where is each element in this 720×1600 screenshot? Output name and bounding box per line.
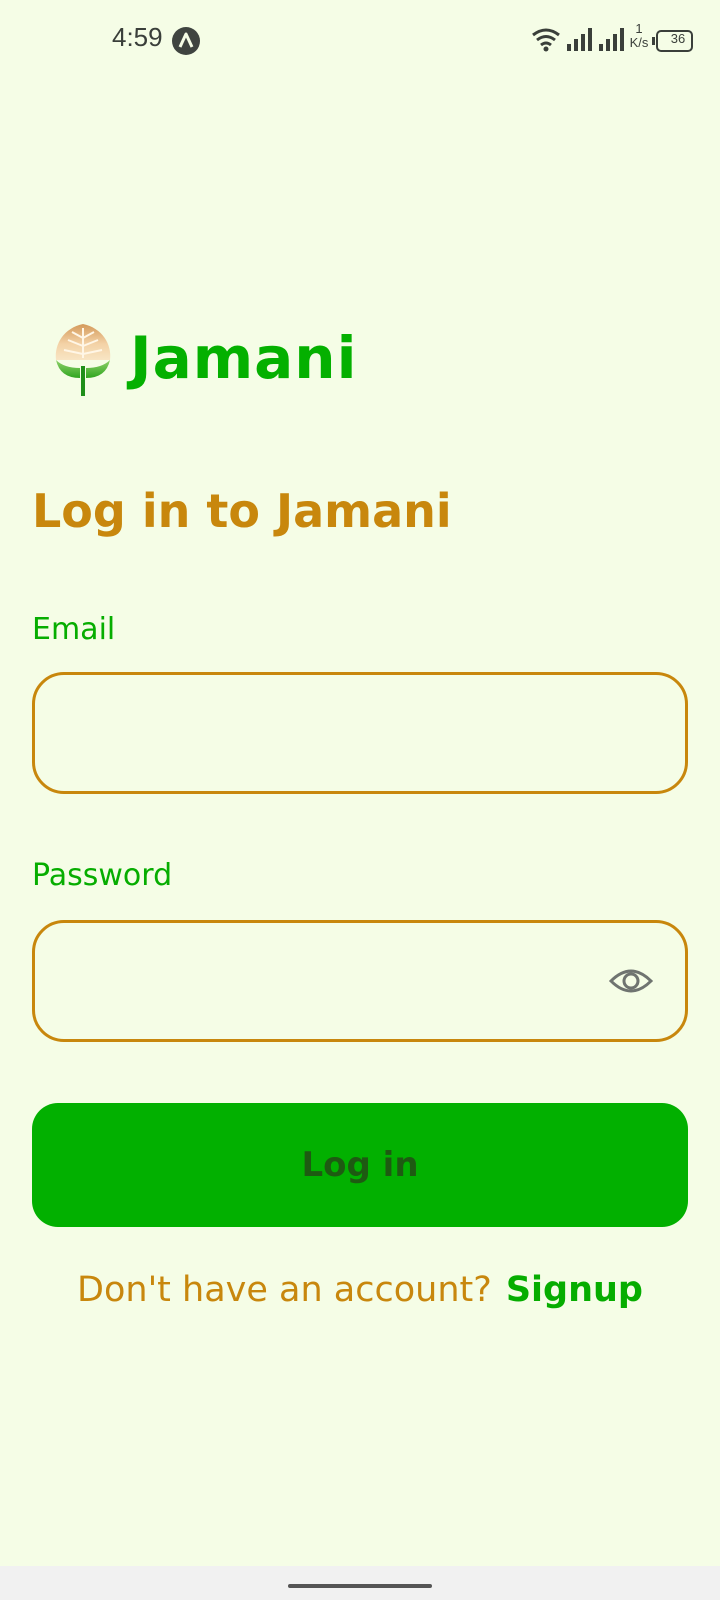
- wifi-icon: [531, 26, 561, 56]
- signal-strength-icon: [598, 26, 626, 56]
- status-time: 4:59: [112, 22, 163, 52]
- app-name: Jamani: [130, 324, 358, 392]
- eye-icon[interactable]: [608, 963, 654, 999]
- password-label: Password: [32, 858, 173, 893]
- signup-row: Don't have an account? Signup: [0, 1270, 720, 1310]
- page-title: Log in to Jamani: [32, 484, 452, 538]
- signup-prompt: Don't have an account?: [77, 1270, 492, 1310]
- login-button[interactable]: Log in: [32, 1103, 688, 1227]
- password-field-container[interactable]: [32, 920, 688, 1042]
- network-speed: 1 K/s: [626, 22, 652, 50]
- signup-link[interactable]: Signup: [506, 1270, 643, 1310]
- email-field-container[interactable]: [32, 672, 688, 794]
- network-speed-unit: K/s: [629, 35, 649, 50]
- email-label: Email: [32, 612, 116, 647]
- system-nav-bar: [0, 1566, 720, 1600]
- status-bar: 4:59 1 K/s 36: [0, 0, 720, 80]
- navigation-arrow-icon: [171, 26, 201, 56]
- battery-level: 36: [670, 31, 686, 46]
- email-field[interactable]: [59, 675, 623, 793]
- home-indicator[interactable]: [288, 1584, 432, 1588]
- password-field[interactable]: [59, 923, 623, 1041]
- leaf-logo-icon: [50, 322, 116, 402]
- signal-strength-icon: [566, 26, 594, 56]
- network-speed-value: 1: [635, 21, 643, 36]
